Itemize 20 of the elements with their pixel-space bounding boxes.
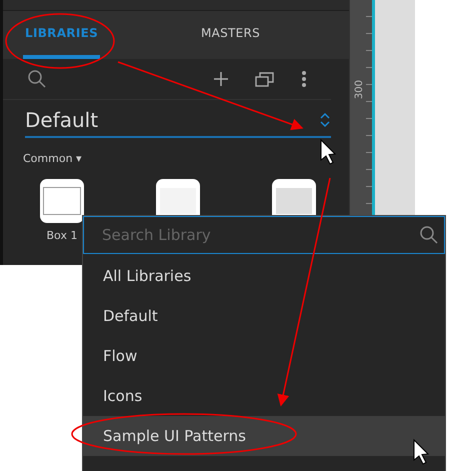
box-widget-thumbnail[interactable] <box>40 179 84 223</box>
widget-label: Box 1 <box>46 229 78 242</box>
stacked-windows-icon[interactable] <box>255 71 275 87</box>
cursor-icon <box>414 438 430 465</box>
library-option[interactable]: All Libraries <box>83 256 445 296</box>
more-icon[interactable] <box>301 70 307 88</box>
ruler-number: 300 <box>354 80 365 100</box>
library-select[interactable]: Default <box>25 108 331 138</box>
search-icon[interactable] <box>27 69 47 89</box>
panel-tab[interactable]: MASTERS <box>112 11 349 59</box>
library-option[interactable]: Sample UI Patterns <box>83 416 445 456</box>
search-field[interactable]: Search Library <box>83 216 445 254</box>
library-option[interactable]: Flow <box>83 336 445 376</box>
add-icon[interactable] <box>213 71 229 87</box>
group-label[interactable]: Common ▾ <box>23 152 349 165</box>
cursor-icon <box>320 138 336 165</box>
search-icon <box>419 225 439 245</box>
library-option[interactable]: Icons <box>83 376 445 416</box>
library-option[interactable]: Default <box>83 296 445 336</box>
up-down-chevron-icon <box>319 111 331 129</box>
